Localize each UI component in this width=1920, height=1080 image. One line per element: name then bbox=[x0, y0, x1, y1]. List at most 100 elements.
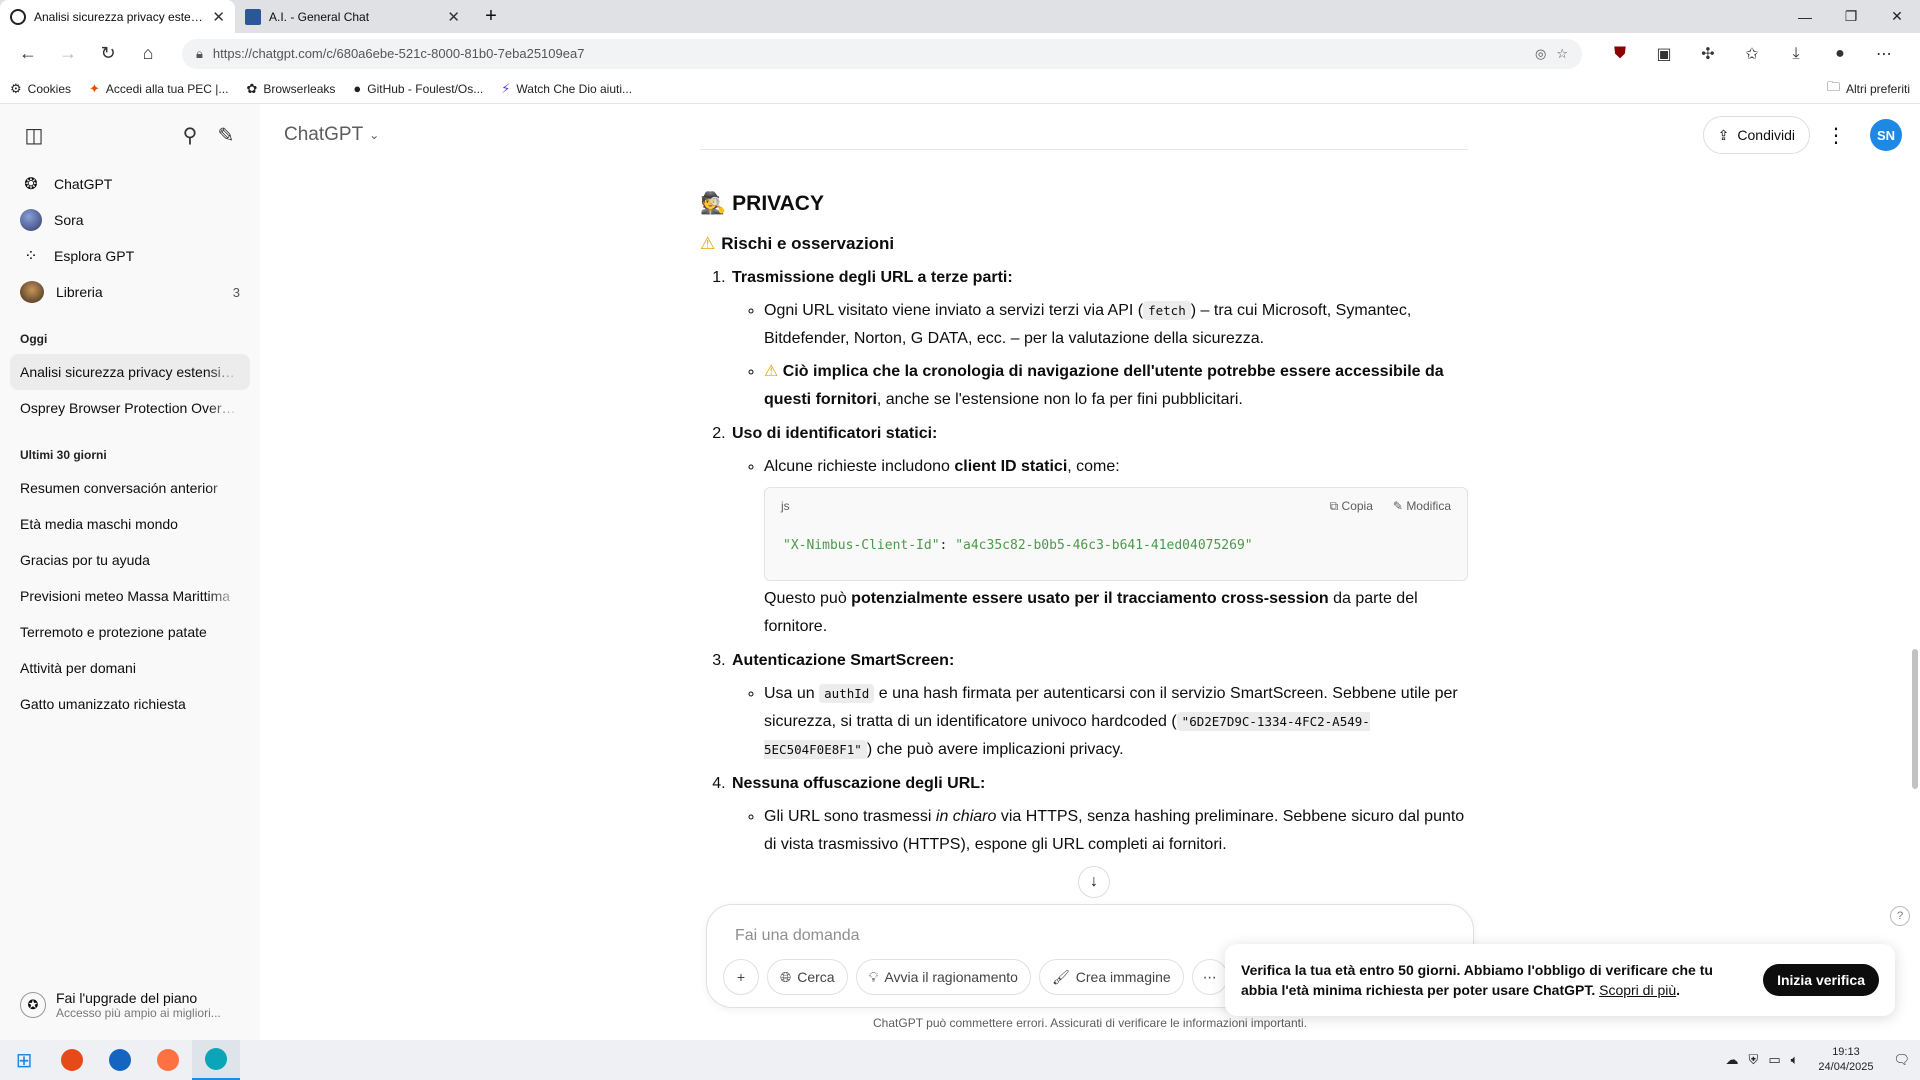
extension-icon[interactable]: ▣ bbox=[1644, 38, 1684, 70]
reload-button[interactable]: ↻ bbox=[90, 38, 126, 70]
age-verification-banner: Verifica la tua età entro 50 giorni. Abb… bbox=[1225, 944, 1895, 1016]
forward-button[interactable]: → bbox=[50, 38, 86, 70]
star-icon: ✦ bbox=[89, 80, 100, 96]
tray-icon[interactable]: ☁ bbox=[1726, 1052, 1739, 1068]
chat-history-item[interactable]: Gatto umanizzato richiesta bbox=[10, 686, 250, 722]
clock[interactable]: 19:13 24/04/2025 bbox=[1818, 1045, 1873, 1075]
profile-icon[interactable]: ● bbox=[1820, 38, 1860, 70]
taskbar-app[interactable] bbox=[144, 1040, 192, 1080]
scroll-to-bottom-button[interactable]: ↓ bbox=[1078, 866, 1110, 898]
tab-title: Analisi sicurezza privacy estensior bbox=[34, 9, 205, 24]
back-button[interactable]: ← bbox=[10, 38, 46, 70]
new-chat-icon[interactable]: ✎ bbox=[208, 117, 244, 153]
toggle-sidebar-icon[interactable]: ◫ bbox=[16, 117, 52, 153]
browser-tab-bar: Analisi sicurezza privacy estensior ✕ A.… bbox=[0, 0, 1920, 33]
list-item: Uso di identificatori statici: Alcune ri… bbox=[730, 420, 1468, 641]
bookmark-item[interactable]: ✦ Accedi alla tua PEC |... bbox=[89, 81, 228, 97]
library-count: 3 bbox=[232, 284, 240, 300]
upgrade-plan-button[interactable]: ✪ Fai l'upgrade del piano Accesso più am… bbox=[10, 980, 250, 1030]
bookmark-item[interactable]: ✿ Browserleaks bbox=[246, 81, 335, 97]
copy-code-button[interactable]: ⧉ Copia bbox=[1330, 499, 1373, 514]
minimize-button[interactable]: — bbox=[1782, 0, 1828, 33]
favorite-star-icon[interactable]: ☆ bbox=[1556, 46, 1568, 62]
edit-icon: ✎ bbox=[1392, 499, 1403, 513]
share-button[interactable]: ⇪ Condividi bbox=[1702, 116, 1810, 154]
sidebar-item-sora[interactable]: Sora bbox=[10, 202, 250, 238]
detective-emoji-icon: 🕵 bbox=[700, 192, 727, 215]
taskbar-app[interactable] bbox=[96, 1040, 144, 1080]
warning-icon: ⚠ bbox=[764, 363, 779, 380]
model-selector[interactable]: ChatGPT ⌄ bbox=[284, 124, 379, 146]
home-button[interactable]: ⌂ bbox=[130, 38, 166, 70]
help-icon[interactable]: ? bbox=[1890, 906, 1910, 926]
chat-history-item[interactable]: Resumen conversación anterior bbox=[10, 470, 250, 506]
browser-menu-icon[interactable]: ⋯ bbox=[1864, 38, 1904, 70]
extensions-puzzle-icon[interactable]: ✣ bbox=[1688, 38, 1728, 70]
chat-history-item[interactable]: Età media maschi mondo bbox=[10, 506, 250, 542]
plus-icon: + bbox=[736, 969, 746, 985]
inline-code: authId bbox=[819, 684, 875, 703]
bookmark-item[interactable]: ⚙ Cookies bbox=[10, 81, 71, 97]
tab-title: A.I. - General Chat bbox=[269, 9, 370, 24]
edit-code-button[interactable]: ✎ Modifica bbox=[1393, 499, 1451, 513]
bookmarks-bar: ⚙ Cookies ✦ Accedi alla tua PEC |... ✿ Brow… bbox=[0, 74, 1920, 104]
browser-tab-active[interactable]: Analisi sicurezza privacy estensior ✕ bbox=[0, 0, 235, 33]
start-button[interactable]: ⊞ bbox=[0, 1040, 48, 1080]
avatar[interactable]: SN bbox=[1870, 119, 1902, 151]
section-title: Oggi bbox=[20, 332, 48, 346]
url-bar[interactable]: 🔒︎ https://chatgpt.com/c/680a6ebe-521c-8… bbox=[182, 38, 1582, 69]
sidebar-item-explore-gpt[interactable]: ⁘ Esplora GPT bbox=[10, 238, 250, 274]
ellipsis-icon: ⋯ bbox=[1202, 968, 1217, 985]
tray-icon[interactable]: ⛨ bbox=[1749, 1052, 1759, 1068]
search-tool-button[interactable]: 🌐︎ Cerca bbox=[767, 959, 848, 995]
more-options-icon[interactable]: ⋮ bbox=[1820, 119, 1852, 151]
close-tab-icon[interactable]: ✕ bbox=[447, 8, 460, 26]
taskbar-app-edge[interactable] bbox=[192, 1040, 240, 1080]
window-controls: — ❐ ✕ bbox=[1782, 0, 1920, 33]
chatgpt-favicon-icon bbox=[10, 8, 26, 25]
image-icon: 🖌︎ bbox=[1051, 968, 1070, 985]
sidebar-item-chatgpt[interactable]: ❂ ChatGPT bbox=[10, 166, 250, 202]
other-bookmarks[interactable]: 🗀 Altri preferiti bbox=[1827, 78, 1910, 100]
paragraph: Questo può potenzialmente essere usato p… bbox=[764, 590, 1418, 635]
lock-icon: 🔒︎ bbox=[196, 45, 203, 61]
url-text: https://chatgpt.com/c/680a6ebe-521c-8000… bbox=[212, 46, 585, 61]
tracking-off-icon[interactable]: ◎ bbox=[1535, 46, 1546, 62]
bullet-item: Alcune richieste includono client ID sta… bbox=[764, 453, 1468, 481]
verification-text: Verifica la tua età entro 50 giorni. Abb… bbox=[1241, 962, 1713, 998]
chat-history-item[interactable]: Terremoto e protezione patate bbox=[10, 614, 250, 650]
taskbar-app[interactable] bbox=[48, 1040, 96, 1080]
chat-history-item[interactable]: Analisi sicurezza privacy estensione bbox=[10, 354, 250, 390]
globe-icon: 🌐︎ bbox=[780, 968, 792, 985]
firefox-icon bbox=[157, 1049, 179, 1071]
prompt-input[interactable]: Fai una domanda bbox=[735, 927, 860, 945]
close-tab-icon[interactable]: ✕ bbox=[212, 8, 225, 26]
start-verification-button[interactable]: Inizia verifica bbox=[1763, 964, 1879, 996]
favorites-icon[interactable]: ✩ bbox=[1732, 38, 1772, 70]
new-tab-button[interactable]: + bbox=[476, 2, 506, 32]
volume-icon[interactable]: 🔈︎ bbox=[1791, 1052, 1799, 1068]
bookmark-item[interactable]: ● GitHub - Foulest/Os... bbox=[353, 81, 483, 96]
notifications-icon[interactable]: 🗨︎ bbox=[1893, 1052, 1910, 1068]
ublock-extension-icon[interactable]: ⛊ bbox=[1600, 38, 1640, 70]
sidebar-item-library[interactable]: Libreria 3 bbox=[10, 274, 250, 310]
learn-more-link[interactable]: Scopri di più bbox=[1599, 982, 1676, 998]
search-icon[interactable]: ⚲ bbox=[172, 117, 208, 153]
browser-tab[interactable]: A.I. - General Chat ✕ bbox=[235, 0, 470, 33]
create-image-button[interactable]: 🖌︎ Crea immagine bbox=[1038, 959, 1184, 995]
scrollbar[interactable] bbox=[1912, 649, 1918, 789]
network-icon[interactable]: ▭ bbox=[1768, 1052, 1780, 1068]
lightbulb-icon: 💡︎ bbox=[868, 968, 879, 985]
downloads-icon[interactable]: ⤓ bbox=[1776, 38, 1816, 70]
reasoning-tool-button[interactable]: 💡︎ Avvia il ragionamento bbox=[855, 959, 1031, 995]
folder-icon: 🗀 bbox=[1826, 78, 1840, 94]
chat-history-item[interactable]: Gracias por tu ayuda bbox=[10, 542, 250, 578]
bookmark-item[interactable]: ⚡ Watch Che Dio aiuti... bbox=[501, 81, 632, 97]
close-window-button[interactable]: ✕ bbox=[1874, 0, 1920, 33]
chat-history-item[interactable]: Previsioni meteo Massa Marittima bbox=[10, 578, 250, 614]
chat-history-item[interactable]: Osprey Browser Protection Overview bbox=[10, 390, 250, 426]
more-tools-button[interactable]: ⋯ bbox=[1191, 959, 1228, 995]
attach-button[interactable]: + bbox=[723, 959, 759, 995]
restore-button[interactable]: ❐ bbox=[1828, 0, 1874, 33]
chat-history-item[interactable]: Attività per domani bbox=[10, 650, 250, 686]
